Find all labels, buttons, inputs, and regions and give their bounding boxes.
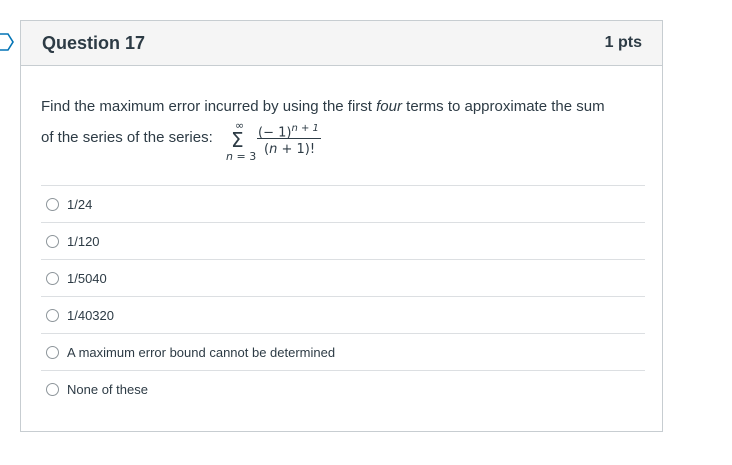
question-text-line2: of the series of the series: (41, 129, 213, 146)
sum-symbol: Σ (231, 128, 244, 152)
radio-button[interactable] (46, 271, 59, 285)
answer-label: 1/120 (67, 233, 100, 249)
answer-label: 1/5040 (67, 270, 107, 286)
radio-button[interactable] (46, 308, 59, 322)
answer-option-6[interactable]: None of these (41, 370, 645, 407)
answer-label: 1/24 (67, 196, 93, 212)
fraction-denominator: (n + 1)! (264, 142, 316, 157)
question-text: Find the maximum error incurred by using… (41, 97, 651, 117)
radio-button[interactable] (46, 382, 59, 396)
series-formula: ∞ Σ n = 3 (− 1)n + 1 (n + 1)! (226, 118, 336, 168)
answer-option-1[interactable]: 1/24 (41, 185, 645, 222)
question-text-part: Find the maximum error incurred by using… (41, 98, 377, 115)
question-text-part: terms to approximate the sum (401, 98, 605, 115)
radio-button[interactable] (46, 234, 59, 248)
sum-lower-limit: n = 3 (226, 150, 257, 163)
question-title: Question 17 (42, 32, 146, 53)
question-flag-icon[interactable] (0, 33, 14, 51)
question-header: Question 17 1 pts (21, 21, 662, 66)
answer-option-3[interactable]: 1/5040 (41, 259, 645, 296)
answer-label: A maximum error bound cannot be determin… (67, 344, 336, 360)
answer-label: 1/40320 (67, 307, 114, 323)
question-card: Question 17 1 pts Find the maximum error… (20, 20, 663, 432)
question-points: 1 pts (604, 34, 642, 51)
fraction-bar (257, 138, 321, 139)
answer-option-2[interactable]: 1/120 (41, 222, 645, 259)
answer-label: None of these (67, 381, 148, 397)
radio-button[interactable] (46, 345, 59, 359)
radio-button[interactable] (46, 197, 59, 211)
question-text-emphasis: four (376, 98, 402, 115)
answer-option-4[interactable]: 1/40320 (41, 296, 645, 333)
answer-option-5[interactable]: A maximum error bound cannot be determin… (41, 333, 645, 370)
answer-list: 1/24 1/120 1/5040 1/40320 A maximum erro… (41, 185, 645, 407)
